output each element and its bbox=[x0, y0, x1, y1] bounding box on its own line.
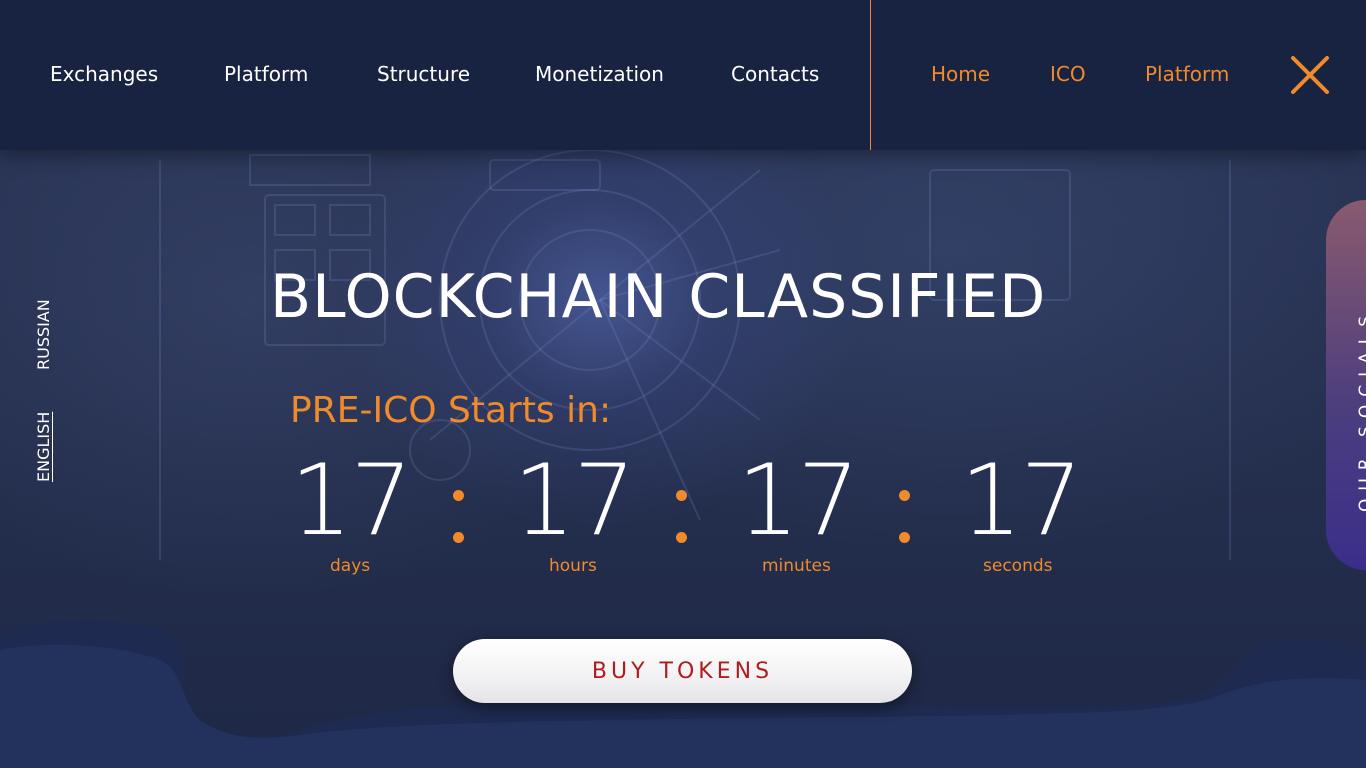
hero-title: BLOCKCHAIN CLASSIFIED bbox=[270, 262, 1047, 332]
countdown-seconds-value: 17 bbox=[960, 444, 1083, 558]
buy-tokens-button[interactable]: BUY TOKENS bbox=[453, 639, 912, 703]
nav-link-platform-secondary[interactable]: Platform bbox=[1145, 62, 1229, 86]
nav-link-home[interactable]: Home bbox=[931, 62, 990, 86]
countdown-separator bbox=[452, 490, 466, 550]
countdown-days-value: 17 bbox=[290, 444, 413, 558]
countdown-separator bbox=[898, 490, 912, 550]
preico-countdown-label: PRE-ICO Starts in: bbox=[290, 390, 612, 431]
nav-link-ico[interactable]: ICO bbox=[1050, 62, 1086, 86]
socials-label: OUR SOCIALS bbox=[1356, 308, 1366, 512]
countdown-minutes-value: 17 bbox=[737, 444, 860, 558]
nav-link-contacts[interactable]: Contacts bbox=[731, 62, 819, 86]
countdown-seconds-label: seconds bbox=[983, 556, 1053, 576]
language-english[interactable]: ENGLISH bbox=[34, 412, 53, 482]
countdown-days-label: days bbox=[330, 556, 371, 576]
language-russian[interactable]: RUSSIAN bbox=[34, 299, 53, 370]
page: Exchanges Platform Structure Monetizatio… bbox=[0, 0, 1366, 768]
countdown-minutes-label: minutes bbox=[762, 556, 831, 576]
nav-divider bbox=[870, 0, 871, 150]
nav-link-exchanges[interactable]: Exchanges bbox=[50, 62, 158, 86]
top-navigation-bar: Exchanges Platform Structure Monetizatio… bbox=[0, 0, 1366, 150]
close-menu-button[interactable] bbox=[1290, 55, 1330, 95]
countdown-hours-label: hours bbox=[549, 556, 597, 576]
nav-link-structure[interactable]: Structure bbox=[377, 62, 470, 86]
countdown-hours-value: 17 bbox=[513, 444, 636, 558]
close-icon bbox=[1291, 56, 1329, 94]
countdown-separator bbox=[675, 490, 689, 550]
nav-link-monetization[interactable]: Monetization bbox=[535, 62, 664, 86]
nav-link-platform[interactable]: Platform bbox=[224, 62, 308, 86]
